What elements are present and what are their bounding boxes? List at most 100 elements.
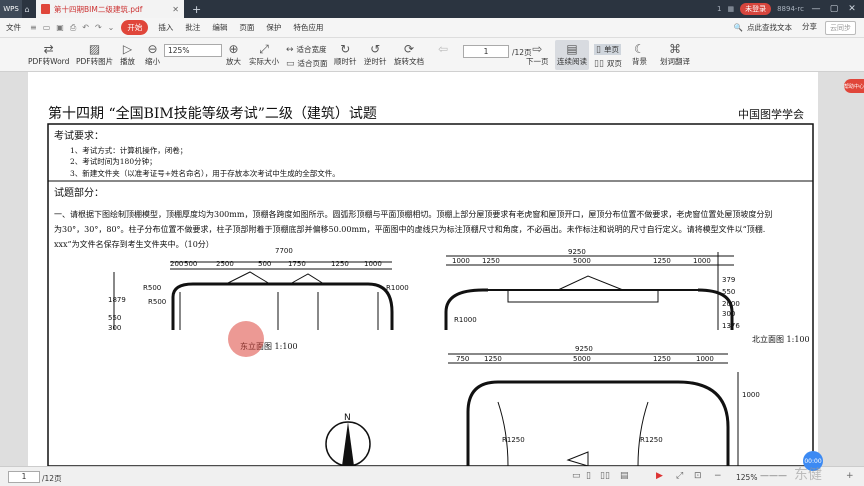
- minimize-icon[interactable]: —: [810, 4, 822, 14]
- menu-start[interactable]: 开始: [121, 20, 149, 35]
- print-icon[interactable]: ⎙: [67, 23, 79, 33]
- dim3-part: 1250: [653, 355, 671, 363]
- menu-edit[interactable]: 编辑: [206, 22, 233, 33]
- actual-size-button[interactable]: ⤢ 实际大小: [249, 41, 279, 67]
- double-page-button[interactable]: ▯▯ 双页: [594, 58, 622, 69]
- find-text-box[interactable]: 🔍 点此查找文本: [734, 22, 802, 33]
- zoom-out-button[interactable]: ⊖ 缩小: [145, 41, 160, 67]
- wps-logo[interactable]: WPS: [0, 0, 22, 18]
- rotate-doc-button[interactable]: ⟳ 旋转文档: [394, 41, 424, 67]
- rotate-ccw-button[interactable]: ↺ 逆时针: [364, 41, 387, 67]
- dim2-right: 550: [722, 288, 735, 296]
- single-page-label: 单页: [603, 45, 619, 54]
- menu-bar: 文件 ≡ ▭ ▣ ⎙ ↶ ↷ ⌄ 开始 插入 批注 编辑 页面 保护 特色应用 …: [0, 18, 864, 38]
- search-icon: 🔍: [733, 23, 743, 32]
- fullscreen-icon[interactable]: ⤢: [676, 471, 683, 481]
- double-page-label: 双页: [606, 59, 622, 68]
- menu-annotate[interactable]: 批注: [179, 22, 206, 33]
- close-tab-icon[interactable]: ✕: [172, 5, 179, 14]
- dim3-part: 1000: [696, 355, 714, 363]
- zoom-minus-icon[interactable]: −: [714, 471, 722, 481]
- menu-protect[interactable]: 保护: [260, 22, 287, 33]
- new-tab-button[interactable]: +: [192, 3, 201, 16]
- actual-size-icon: ⤢: [259, 41, 269, 56]
- prev-page-button[interactable]: ⇦: [438, 41, 448, 57]
- help-side-button[interactable]: 帮助中心: [844, 79, 864, 93]
- fit-icon[interactable]: ⊡: [694, 471, 702, 481]
- roof-body: [507, 289, 659, 303]
- page-drawing: 第十四期 “全国BIM技能等级考试”二级（建筑）试题 中国图学学会 考试要求： …: [47, 105, 833, 466]
- continuous-read-button[interactable]: ▤ 连续阅读: [557, 41, 587, 67]
- dim2-right: 300: [722, 310, 735, 318]
- menu-file[interactable]: 文件: [0, 22, 27, 33]
- north-arrow-icon: N: [325, 413, 371, 466]
- zoom-plus-icon[interactable]: +: [846, 471, 854, 481]
- single-page-icon: ▯: [596, 44, 601, 55]
- cloud-sync-select[interactable]: 云同步: [825, 20, 856, 35]
- save-icon[interactable]: ▣: [53, 23, 67, 32]
- rotate-cw-button[interactable]: ↻ 顺时针: [334, 41, 357, 67]
- document-tab[interactable]: 第十四期BIM二级建筑.pdf ✕: [36, 0, 184, 18]
- fit-width-button[interactable]: ↔ 适合宽度: [286, 44, 327, 55]
- menu-icon[interactable]: ≡: [27, 23, 40, 32]
- pdf-to-image-icon: ▨: [88, 42, 101, 56]
- dim3-part: 1250: [484, 355, 502, 363]
- dim1-radius: R1000: [386, 284, 409, 292]
- pdf-page: 第十四期 “全国BIM技能等级考试”二级（建筑）试题 中国图学学会 考试要求： …: [28, 72, 833, 466]
- req-2: 2、考试时间为180分钟；: [70, 156, 157, 166]
- play-button[interactable]: ▷ 播放: [120, 41, 135, 67]
- single-page-button[interactable]: ▯ 单页: [594, 44, 621, 55]
- play-icon[interactable]: ▶: [656, 471, 663, 481]
- grid-icon[interactable]: ▦: [727, 5, 734, 13]
- status-page-input[interactable]: 1: [8, 471, 40, 483]
- question-line-3: xxx”为文件名保存到考生文件夹中。（10分）: [54, 239, 214, 249]
- continuous-view-icon[interactable]: ▤: [620, 471, 629, 481]
- translate-label: 划词翻译: [660, 57, 690, 66]
- question-head: 试题部分：: [54, 186, 104, 199]
- dim1-radius: R500: [148, 298, 166, 306]
- menu-insert[interactable]: 插入: [152, 22, 179, 33]
- dim1-part: 1000: [364, 260, 382, 268]
- redo-icon[interactable]: ↷: [92, 23, 105, 32]
- pdf-to-word-button[interactable]: ⇄ PDF转Word: [28, 41, 69, 67]
- background-button[interactable]: ☾ 背景: [632, 41, 647, 67]
- plan-outline: [466, 380, 730, 466]
- page-number-input[interactable]: 1: [463, 45, 509, 58]
- menu-features[interactable]: 特色应用: [287, 22, 329, 33]
- single-view-icon[interactable]: ▯: [586, 471, 591, 481]
- pdf-to-image-button[interactable]: ▨ PDF转图片: [76, 41, 113, 67]
- dim1-left: 550: [108, 314, 121, 322]
- zoom-slider[interactable]: ———: [760, 471, 787, 481]
- dormer: [557, 275, 624, 291]
- fit-page-icon: ▭: [286, 58, 295, 69]
- user-label: 8894-rc: [777, 5, 804, 13]
- close-window-icon[interactable]: ✕: [846, 4, 858, 14]
- double-view-icon[interactable]: ▯▯: [600, 471, 610, 481]
- login-badge[interactable]: 未登录: [740, 3, 772, 15]
- zoom-select[interactable]: 125%: [164, 44, 222, 57]
- dim1-part: 2500: [216, 260, 234, 268]
- translate-button[interactable]: ⌘ 划词翻译: [660, 41, 690, 67]
- dim2-right: 2000: [722, 300, 740, 308]
- status-zoom[interactable]: 125%: [736, 473, 757, 482]
- more-icon[interactable]: ⌄: [105, 23, 118, 32]
- fit-page-button[interactable]: ▭ 适合页面: [286, 58, 328, 69]
- page-count-icon[interactable]: 1: [717, 5, 721, 13]
- zoom-in-icon: ⊕: [228, 42, 239, 56]
- document-view[interactable]: 第十四期 “全国BIM技能等级考试”二级（建筑）试题 中国图学学会 考试要求： …: [0, 72, 864, 466]
- next-page-button[interactable]: ⇨ 下一页: [526, 41, 549, 67]
- menu-page[interactable]: 页面: [233, 22, 260, 33]
- home-icon[interactable]: ⌂: [22, 0, 32, 18]
- undo-icon[interactable]: ↶: [79, 23, 92, 32]
- north-caption: 北立面图 1:100: [752, 334, 810, 344]
- fit-width-icon: ↔: [286, 44, 294, 55]
- doc-org: 中国图学学会: [738, 107, 804, 121]
- dim2-part: 1000: [452, 257, 470, 265]
- share-button[interactable]: 分享: [802, 21, 817, 35]
- view-mode-icon[interactable]: ▭: [572, 471, 581, 481]
- dim1-left: 1879: [108, 296, 126, 304]
- maximize-icon[interactable]: ▢: [828, 4, 840, 14]
- zoom-in-button[interactable]: ⊕ 放大: [226, 41, 241, 67]
- zoom-out-icon: ⊖: [147, 42, 158, 56]
- open-icon[interactable]: ▭: [40, 23, 54, 32]
